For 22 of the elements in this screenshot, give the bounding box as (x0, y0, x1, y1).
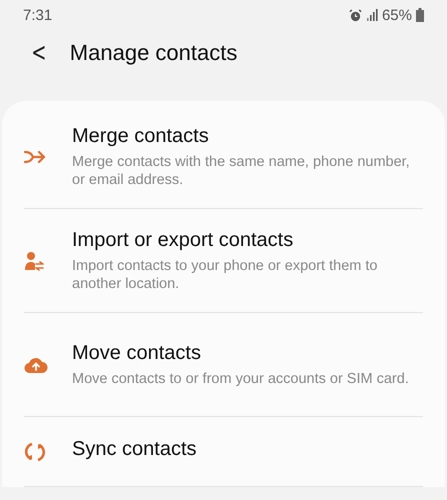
battery-icon (416, 8, 424, 22)
item-title: Import or export contacts (72, 228, 294, 252)
merge-arrow-icon (24, 150, 46, 164)
page-title: Manage contacts (70, 40, 238, 66)
person-transfer-icon (24, 250, 44, 270)
alarm-clock-icon (348, 8, 362, 22)
cloud-upload-icon (24, 356, 48, 374)
menu-item[interactable]: Merge contacts Merge contacts with the same name, phone number, or email address. (24, 105, 423, 209)
sync-icon (24, 440, 46, 462)
menu-item[interactable]: Import or export contacts Import contacts to your phone or export them to another location. (24, 209, 423, 313)
item-title: Move contacts (72, 342, 202, 364)
item-description: Move contacts to or from your accounts or SIM card. (72, 370, 409, 388)
item-title: Merge contacts (72, 124, 210, 148)
back-button[interactable]: < (27, 38, 51, 68)
battery-percent: 65% (382, 6, 412, 24)
menu-item[interactable]: Sync contacts (24, 417, 423, 487)
item-description: Merge contacts with the same name, phone number, or email address. (72, 152, 411, 188)
menu-item[interactable]: Move contacts Move contacts to or from your accounts or SIM card. (24, 313, 423, 417)
status-time: 7:31 (23, 6, 52, 24)
signal-icon (366, 9, 378, 21)
item-title: Sync contacts (72, 438, 197, 460)
item-description: Import contacts to your phone or export them to another location. (72, 256, 378, 292)
